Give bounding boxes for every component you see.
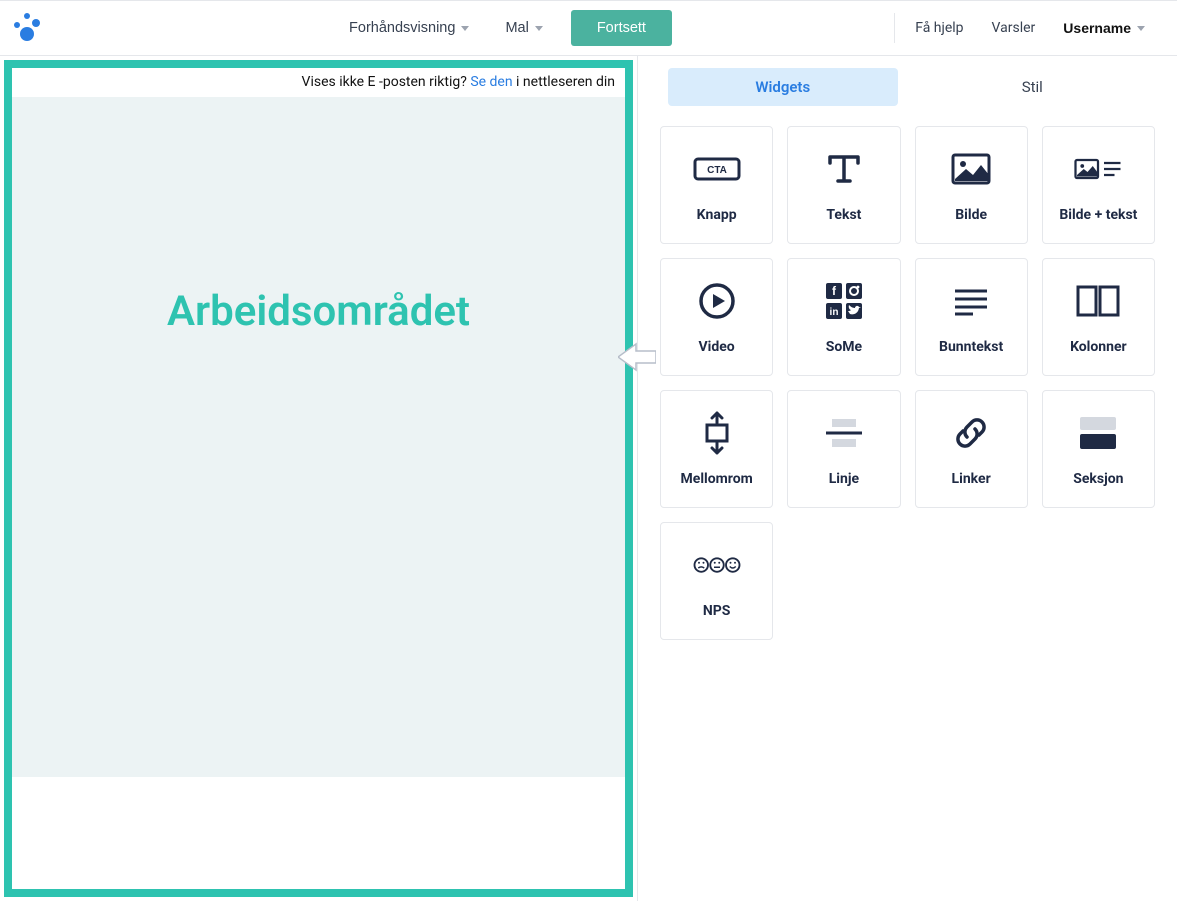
- view-suffix: i nettleseren din: [513, 74, 615, 90]
- tab-widgets[interactable]: Widgets: [668, 68, 898, 106]
- video-icon: [693, 279, 741, 323]
- widget-label: SoMe: [826, 339, 862, 355]
- widget-label: NPS: [703, 603, 731, 619]
- cta-button-icon: CTA: [693, 147, 741, 191]
- image-icon: [947, 147, 995, 191]
- drag-arrow-icon: [618, 342, 656, 372]
- widget-image[interactable]: Bilde: [915, 126, 1028, 244]
- nps-icon: [693, 543, 741, 587]
- template-label: Mal: [505, 20, 528, 36]
- widget-links[interactable]: Linker: [915, 390, 1028, 508]
- widget-video[interactable]: Video: [660, 258, 773, 376]
- image-text-icon: [1074, 147, 1122, 191]
- widget-text[interactable]: Tekst: [787, 126, 900, 244]
- workspace-title: Arbeidsområdet: [167, 287, 470, 336]
- tab-style[interactable]: Stil: [918, 68, 1148, 106]
- social-icons: f in: [820, 279, 868, 323]
- main: Vises ikke E -posten riktig? Se den i ne…: [0, 56, 1177, 901]
- continue-button[interactable]: Fortsett: [571, 10, 672, 46]
- footer-icon: [947, 279, 995, 323]
- topbar: mainbrainer Forhåndsvisning Mal Fortsett…: [0, 0, 1177, 56]
- view-in-browser-link[interactable]: Se den: [470, 74, 512, 90]
- widget-nps[interactable]: NPS: [660, 522, 773, 640]
- logo-mark-icon: [10, 13, 40, 43]
- line-icon: [820, 411, 868, 455]
- widget-line[interactable]: Linje: [787, 390, 900, 508]
- chevron-down-icon: [461, 26, 469, 31]
- editor-canvas[interactable]: Vises ikke E -posten riktig? Se den i ne…: [4, 60, 633, 897]
- editor-canvas-wrap: Vises ikke E -posten riktig? Se den i ne…: [0, 56, 638, 901]
- preview-label: Forhåndsvisning: [349, 20, 455, 36]
- widget-label: Bilde + tekst: [1059, 207, 1137, 223]
- svg-text:CTA: CTA: [707, 165, 727, 176]
- widget-label: Mellomrom: [681, 471, 753, 487]
- widget-image-text[interactable]: Bilde + tekst: [1042, 126, 1155, 244]
- section-icon: [1074, 411, 1122, 455]
- widget-some[interactable]: f in SoMe: [787, 258, 900, 376]
- top-center-menu: Forhåndsvisning Mal Fortsett: [335, 10, 672, 46]
- chevron-down-icon: [1137, 26, 1145, 31]
- widgets-grid: CTA Knapp Tekst Bilde Bilde: [638, 114, 1177, 652]
- view-prefix: Vises ikke E -posten riktig?: [302, 74, 471, 90]
- divider: [894, 13, 895, 43]
- alerts-link[interactable]: Varsler: [978, 10, 1050, 46]
- chevron-down-icon: [535, 26, 543, 31]
- widget-spacer[interactable]: Mellomrom: [660, 390, 773, 508]
- widget-columns[interactable]: Kolonner: [1042, 258, 1155, 376]
- columns-icon: [1074, 279, 1122, 323]
- side-panel: Widgets Stil CTA Knapp Tekst Bilde: [638, 56, 1177, 901]
- widget-label: Linje: [829, 471, 859, 487]
- username-label: Username: [1063, 20, 1131, 36]
- user-menu[interactable]: Username: [1049, 10, 1159, 46]
- widget-label: Bunntekst: [939, 339, 1003, 355]
- widget-label: Bilde: [955, 207, 987, 223]
- spacer-icon: [693, 411, 741, 455]
- widget-footer[interactable]: Bunntekst: [915, 258, 1028, 376]
- template-dropdown[interactable]: Mal: [491, 12, 556, 44]
- preview-dropdown[interactable]: Forhåndsvisning: [335, 12, 483, 44]
- link-icon: [947, 411, 995, 455]
- widget-button[interactable]: CTA Knapp: [660, 126, 773, 244]
- widget-label: Video: [699, 339, 735, 355]
- svg-text:in: in: [829, 307, 838, 318]
- workspace-area[interactable]: Arbeidsområdet: [12, 97, 625, 777]
- widget-label: Seksjon: [1073, 471, 1123, 487]
- widget-label: Knapp: [697, 207, 737, 223]
- widget-label: Linker: [952, 471, 991, 487]
- top-right-menu: Få hjelp Varsler Username: [888, 1, 1159, 55]
- text-icon: [820, 147, 868, 191]
- canvas-bottom: [12, 777, 625, 889]
- widget-section[interactable]: Seksjon: [1042, 390, 1155, 508]
- widget-label: Kolonner: [1070, 339, 1127, 355]
- widget-label: Tekst: [826, 207, 861, 223]
- side-tabs: Widgets Stil: [638, 62, 1177, 106]
- view-in-browser-note: Vises ikke E -posten riktig? Se den i ne…: [12, 68, 625, 97]
- help-link[interactable]: Få hjelp: [901, 10, 977, 46]
